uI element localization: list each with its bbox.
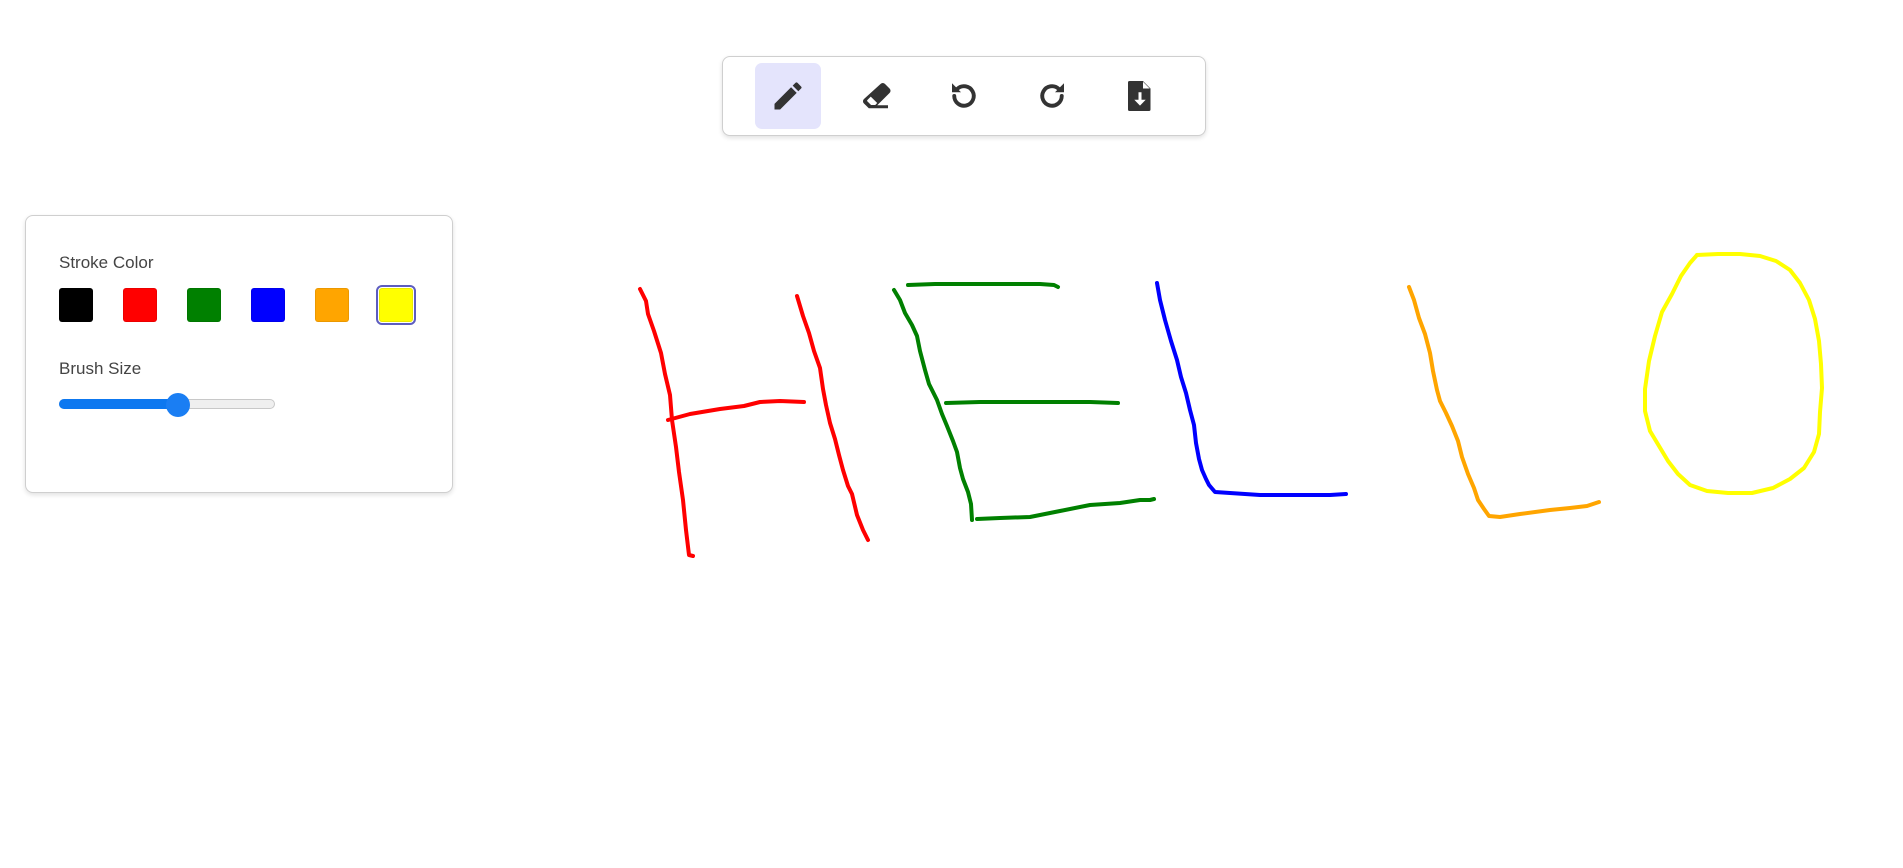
eraser-tool-button[interactable]	[843, 63, 909, 129]
color-swatch-yellow[interactable]	[376, 285, 416, 325]
brush-size-label: Brush Size	[59, 359, 142, 378]
color-swatch-orange[interactable]	[315, 288, 349, 322]
pencil-icon	[774, 82, 802, 110]
stroke-letter-l-2	[1407, 285, 1601, 519]
drawing-app: Stroke Color Brush Size	[0, 0, 1903, 868]
stroke-color-label: Stroke Color	[59, 253, 154, 272]
eraser-icon	[862, 82, 891, 109]
redo-icon	[1040, 83, 1064, 108]
stroke-letter-o	[1643, 252, 1824, 495]
pencil-tool-button[interactable]	[755, 63, 821, 129]
undo-button[interactable]	[931, 63, 997, 129]
slider-thumb[interactable]	[166, 393, 190, 417]
stroke-letter-h	[638, 287, 870, 558]
file-download-icon	[1128, 81, 1151, 111]
download-button[interactable]	[1107, 63, 1173, 129]
redo-button[interactable]	[1019, 63, 1085, 129]
color-swatch-red[interactable]	[123, 288, 157, 322]
color-swatches	[59, 285, 419, 325]
stroke-letter-e	[892, 282, 1156, 522]
color-swatch-black[interactable]	[59, 288, 93, 322]
stroke-letter-l	[1155, 281, 1348, 497]
undo-icon	[952, 83, 976, 108]
color-swatch-blue[interactable]	[251, 288, 285, 322]
style-panel: Stroke Color Brush Size	[25, 215, 453, 493]
slider-fill	[59, 399, 178, 409]
toolbar	[722, 56, 1206, 136]
brush-size-slider[interactable]	[59, 393, 275, 417]
color-swatch-green[interactable]	[187, 288, 221, 322]
